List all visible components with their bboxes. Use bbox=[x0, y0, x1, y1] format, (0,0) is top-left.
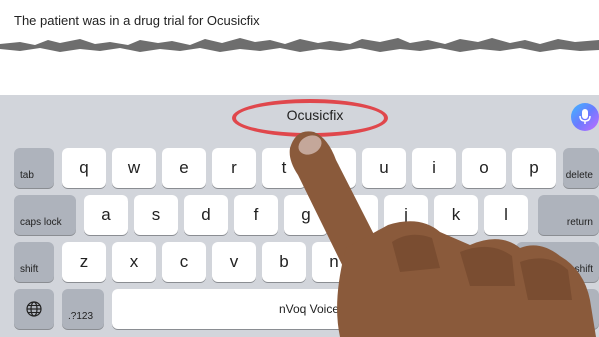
highlight-circle bbox=[232, 99, 388, 137]
key-x[interactable]: x bbox=[112, 242, 156, 282]
key-h[interactable]: h bbox=[334, 195, 378, 235]
delete-key[interactable]: delete bbox=[563, 148, 599, 188]
microphone-icon[interactable] bbox=[571, 103, 599, 131]
torn-edge-top bbox=[0, 38, 599, 52]
key-f[interactable]: f bbox=[234, 195, 278, 235]
key-c[interactable]: c bbox=[162, 242, 206, 282]
globe-key[interactable] bbox=[14, 289, 54, 329]
space-bar[interactable]: nVoq Voice bbox=[112, 289, 506, 329]
key-i[interactable]: i bbox=[412, 148, 456, 188]
key-z[interactable]: z bbox=[62, 242, 106, 282]
onscreen-keyboard: Ocusicfix tab q w e r t y u i o p delete… bbox=[0, 95, 599, 337]
key-w[interactable]: w bbox=[112, 148, 156, 188]
key-m[interactable]: m bbox=[362, 242, 406, 282]
return-key[interactable]: return bbox=[538, 195, 599, 235]
key-q[interactable]: q bbox=[62, 148, 106, 188]
key-u[interactable]: u bbox=[362, 148, 406, 188]
document-text: The patient was in a drug trial for Ocus… bbox=[14, 13, 260, 28]
key-e[interactable]: e bbox=[162, 148, 206, 188]
suggestion-bar: Ocusicfix bbox=[0, 95, 599, 139]
key-l[interactable]: l bbox=[484, 195, 528, 235]
globe-icon bbox=[26, 301, 42, 317]
key-b[interactable]: b bbox=[262, 242, 306, 282]
shift-key-left[interactable]: shift bbox=[14, 242, 54, 282]
key-p[interactable]: p bbox=[512, 148, 556, 188]
key-s[interactable]: s bbox=[134, 195, 178, 235]
key-d[interactable]: d bbox=[184, 195, 228, 235]
shift-key-right[interactable]: shift bbox=[516, 242, 599, 282]
key-t[interactable]: t bbox=[262, 148, 306, 188]
key-r[interactable]: r bbox=[212, 148, 256, 188]
keyboard-icon bbox=[574, 303, 588, 312]
key-v[interactable]: v bbox=[212, 242, 256, 282]
key-k[interactable]: k bbox=[434, 195, 478, 235]
key-n[interactable]: n bbox=[312, 242, 356, 282]
key-y[interactable]: y bbox=[312, 148, 356, 188]
keyboard-dismiss-key[interactable] bbox=[563, 289, 599, 329]
key-o[interactable]: o bbox=[462, 148, 506, 188]
numbers-key[interactable]: .?123 bbox=[62, 289, 104, 329]
caps-lock-key[interactable]: caps lock bbox=[14, 195, 76, 235]
key-g[interactable]: g bbox=[284, 195, 328, 235]
tab-key[interactable]: tab bbox=[14, 148, 54, 188]
key-j[interactable]: j bbox=[384, 195, 428, 235]
key-a[interactable]: a bbox=[84, 195, 128, 235]
